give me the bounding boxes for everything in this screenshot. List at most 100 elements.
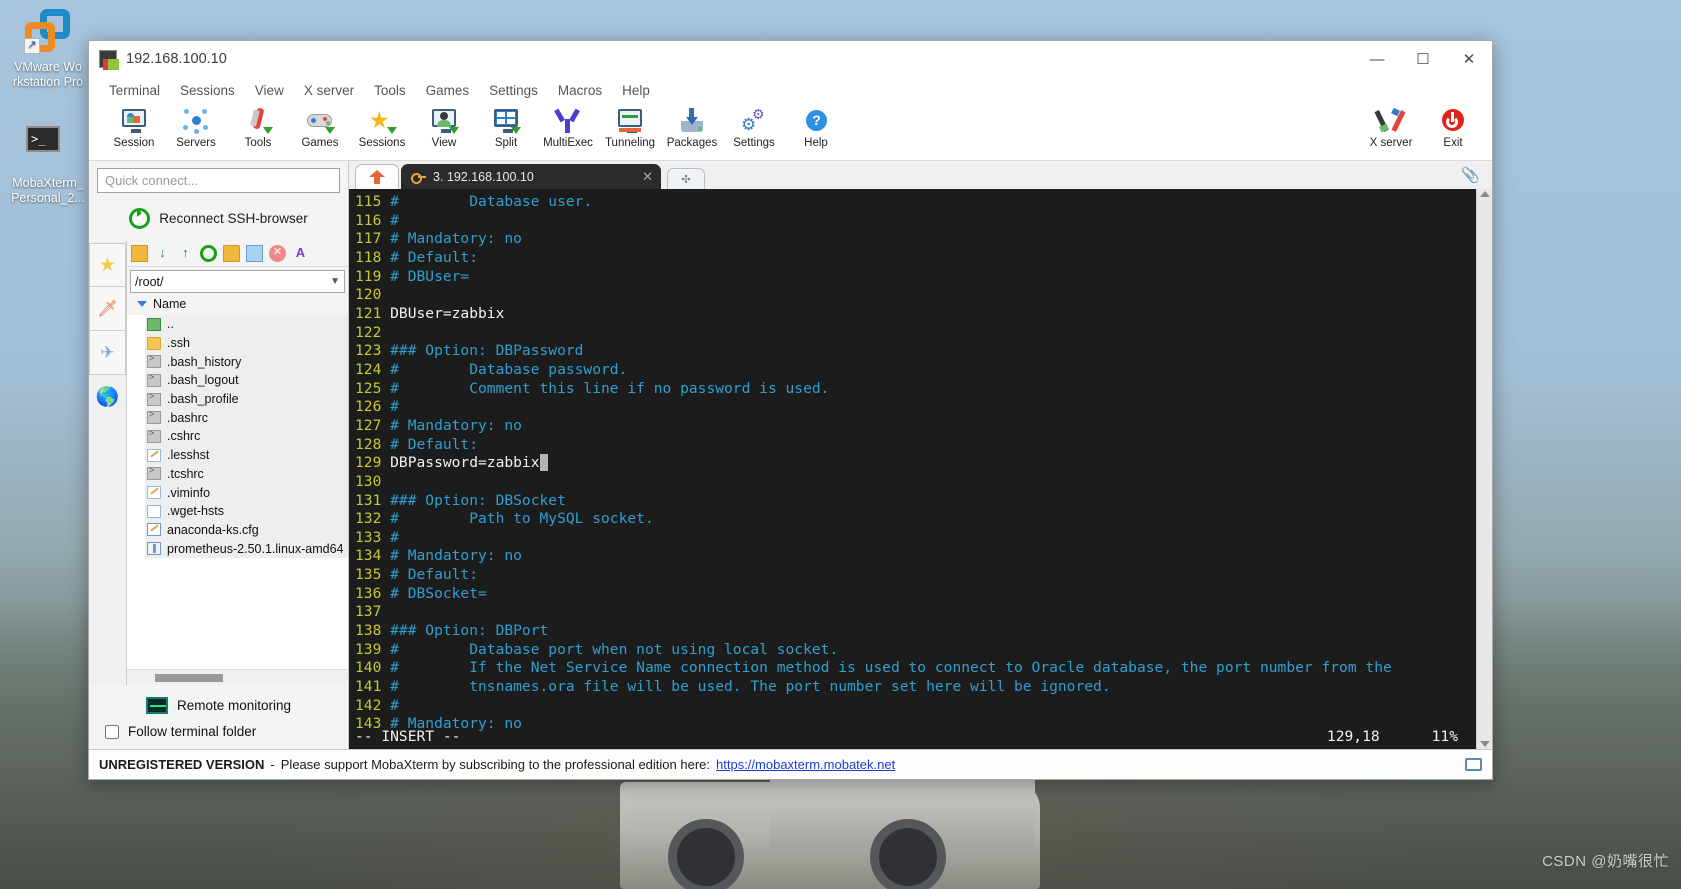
file-name: anaconda-ks.cfg: [167, 522, 259, 537]
download-icon[interactable]: ↓: [154, 245, 171, 262]
sidebar-tab-tools[interactable]: 🗡: [89, 287, 126, 331]
ribbon-tunneling-button[interactable]: Tunneling: [599, 105, 661, 150]
terminal-line: 123 ### Option: DBPassword: [355, 342, 1476, 361]
star-icon: ★: [98, 254, 117, 276]
quick-connect-input[interactable]: Quick connect...: [97, 168, 340, 193]
tools-icon: [243, 107, 273, 135]
list-item[interactable]: anaconda-ks.cfg: [145, 520, 348, 540]
sidebar-tab-sftp[interactable]: 🌎: [89, 375, 126, 419]
close-button[interactable]: ✕: [1446, 41, 1492, 77]
session-icon: [119, 107, 149, 135]
vmware-icon: ↗: [24, 8, 72, 56]
ribbon-label: Session: [113, 137, 155, 149]
menu-x-server[interactable]: X server: [294, 80, 364, 101]
list-item[interactable]: .lesshst: [145, 445, 348, 465]
desktop-icon-label: VMware Wo rkstation Pro: [12, 60, 84, 89]
sidebar-tab-favorites[interactable]: ★: [89, 243, 126, 287]
ribbon-label: Games: [301, 137, 339, 149]
ribbon-split-button[interactable]: Split: [475, 105, 537, 150]
parent-folder-icon: [147, 317, 161, 331]
new-tab-button[interactable]: ✣: [667, 168, 705, 189]
refresh-icon[interactable]: [200, 245, 217, 262]
remote-monitoring-button[interactable]: Remote monitoring: [89, 685, 348, 724]
menu-terminal[interactable]: Terminal: [99, 80, 170, 101]
terminal-line: 127 # Mandatory: no: [355, 417, 1476, 436]
desktop-icon-vmware-workstation[interactable]: ↗ VMware Wo rkstation Pro: [2, 8, 94, 90]
file-name: .bashrc: [167, 410, 208, 425]
file-list-horizontal-scrollbar[interactable]: [127, 669, 348, 685]
tunneling-icon: [615, 107, 645, 135]
maximize-button[interactable]: ☐: [1400, 41, 1446, 77]
ribbon-sessions-button[interactable]: ★ Sessions: [351, 105, 413, 150]
line-number: 119: [355, 267, 382, 285]
follow-terminal-folder-checkbox[interactable]: Follow terminal folder: [89, 724, 348, 749]
terminal-scrollbar[interactable]: [1476, 189, 1492, 749]
delete-icon[interactable]: ✕: [269, 245, 286, 262]
new-folder-icon[interactable]: [223, 245, 240, 262]
vim-scroll-percent: 11%: [1431, 728, 1458, 746]
list-item[interactable]: .tcshrc: [145, 464, 348, 484]
menu-settings[interactable]: Settings: [479, 80, 548, 101]
list-item[interactable]: ..: [145, 315, 348, 334]
list-item[interactable]: .bash_profile: [145, 389, 348, 409]
list-item[interactable]: prometheus-2.50.1.linux-amd64: [145, 539, 348, 558]
go-up-icon[interactable]: [131, 245, 148, 262]
list-item[interactable]: .viminfo: [145, 483, 348, 502]
ribbon-session-button[interactable]: Session: [103, 105, 165, 150]
ribbon-label: Exit: [1443, 137, 1463, 149]
ribbon-help-button[interactable]: ? Help: [785, 105, 847, 150]
terminal-output[interactable]: 115 # Database user. 116 # 117 # Mandato…: [349, 189, 1476, 749]
status-message: Please support MobaXterm by subscribing …: [280, 757, 711, 772]
minimize-button[interactable]: —: [1354, 41, 1400, 77]
menu-macros[interactable]: Macros: [548, 80, 612, 101]
file-name: .bash_logout: [167, 373, 239, 388]
sidebar-tab-macros[interactable]: ✈: [89, 331, 126, 375]
paperclip-icon[interactable]: 📎: [1461, 166, 1480, 184]
list-item[interactable]: .wget-hsts: [145, 501, 348, 521]
list-item[interactable]: .cshrc: [145, 427, 348, 446]
ribbon-packages-button[interactable]: Packages: [661, 105, 723, 150]
menu-help[interactable]: Help: [612, 80, 660, 101]
file-name: .ssh: [167, 336, 190, 351]
ribbon-tools-button[interactable]: Tools: [227, 105, 289, 150]
checkbox-icon[interactable]: [105, 724, 119, 739]
menu-games[interactable]: Games: [416, 80, 480, 101]
chevron-down-icon[interactable]: ▼: [330, 276, 340, 287]
reconnect-label: Reconnect SSH-browser: [159, 211, 308, 226]
tab-session-192-168-100-10[interactable]: 3. 192.168.100.10 ✕: [401, 164, 661, 189]
mobatek-link[interactable]: https://mobaxterm.mobatek.net: [716, 757, 895, 772]
ribbon-view-button[interactable]: View: [413, 105, 475, 150]
reconnect-ssh-browser-button[interactable]: Reconnect SSH-browser: [89, 199, 348, 241]
text-mode-icon[interactable]: A: [292, 245, 309, 262]
tab-home[interactable]: [355, 164, 399, 189]
line-number: 127: [355, 416, 382, 434]
menu-tools[interactable]: Tools: [364, 80, 416, 101]
new-file-icon[interactable]: [246, 245, 263, 262]
path-input[interactable]: /root/ ▼: [130, 270, 345, 293]
scroll-down-icon[interactable]: [1479, 741, 1490, 747]
ribbon-servers-button[interactable]: Servers: [165, 105, 227, 150]
list-item[interactable]: .bash_history: [145, 352, 348, 372]
menu-view[interactable]: View: [245, 80, 294, 101]
list-item[interactable]: .ssh: [145, 333, 348, 353]
ribbon-exit-button[interactable]: Exit: [1422, 105, 1484, 150]
list-item[interactable]: .bashrc: [145, 408, 348, 428]
status-separator: -: [270, 757, 275, 772]
line-number: 120: [355, 286, 382, 304]
file-list[interactable]: .. .ssh .bash_history .bash_logout .bash…: [127, 315, 348, 669]
list-item[interactable]: .bash_logout: [145, 371, 348, 390]
scrollbar-thumb[interactable]: [155, 673, 223, 682]
file-name: .bash_profile: [167, 392, 239, 407]
screen-icon[interactable]: [1465, 758, 1482, 771]
ribbon-games-button[interactable]: Games: [289, 105, 351, 150]
scroll-up-icon[interactable]: [1479, 191, 1490, 197]
menu-sessions[interactable]: Sessions: [170, 80, 245, 101]
vim-status-line: -- INSERT -- 129,18 11%: [355, 728, 1468, 747]
desktop-icon-mobaxterm[interactable]: >_ MobaXterm_ Personal_2...: [2, 124, 94, 206]
ribbon-x-server-button[interactable]: X server: [1360, 105, 1422, 150]
ribbon-multiexec-button[interactable]: MultiExec: [537, 105, 599, 150]
file-list-column-header[interactable]: Name: [127, 293, 348, 315]
close-icon[interactable]: ✕: [624, 169, 653, 185]
upload-icon[interactable]: ↑: [177, 245, 194, 262]
ribbon-settings-button[interactable]: ⚙ ⚙ Settings: [723, 105, 785, 150]
